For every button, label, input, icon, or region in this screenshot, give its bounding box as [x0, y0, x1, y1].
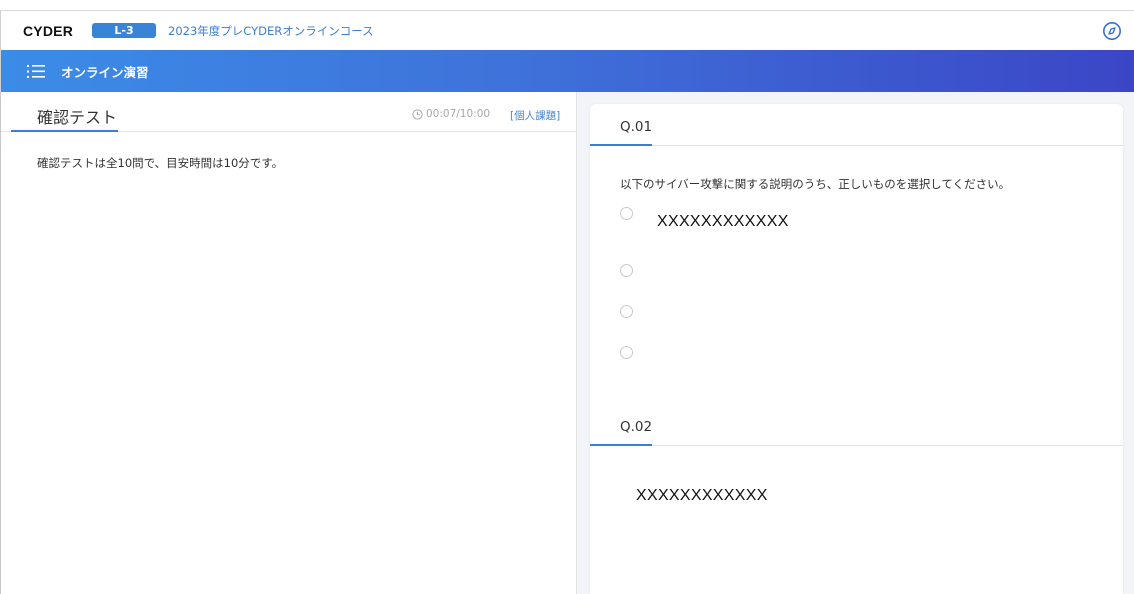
list-menu-icon[interactable]	[27, 63, 45, 79]
brand-logo[interactable]: CYDER	[23, 23, 73, 39]
test-description: 確認テストは全10問で、目安時間は10分です。	[37, 156, 284, 170]
question-header-2: Q.02	[590, 404, 1123, 446]
answer-option-1[interactable]: XXXXXXXXXXXX	[620, 207, 789, 231]
question-text: XXXXXXXXXXXX	[636, 487, 768, 504]
question-underline	[590, 144, 652, 146]
question-text: 以下のサイバー攻撃に関する説明のうち、正しいものを選択してください。	[620, 177, 1011, 191]
compass-icon[interactable]	[1102, 21, 1122, 41]
answer-option-label[interactable]: XXXXXXXXXXXX	[657, 213, 789, 231]
window-top-edge	[0, 0, 1134, 11]
task-type-label: [個人課題]	[510, 110, 561, 122]
answer-option-3[interactable]	[620, 305, 657, 318]
level-badge: L-3	[92, 23, 157, 38]
top-header: CYDER L-3 2023年度プレCYDERオンラインコース	[0, 11, 1134, 50]
test-info-panel: 確認テスト 00:07/10:00 [個人課題] 確認テストは全10問で、目安時…	[0, 92, 577, 594]
radio-button[interactable]	[620, 264, 633, 277]
radio-button[interactable]	[620, 305, 633, 318]
question-underline	[590, 444, 652, 446]
question-header-1: Q.01	[590, 104, 1123, 146]
questions-panel: Q.01 以下のサイバー攻撃に関する説明のうち、正しいものを選択してください。 …	[590, 104, 1123, 594]
section-title: オンライン演習	[61, 64, 149, 80]
radio-button[interactable]	[620, 346, 633, 359]
question-number: Q.01	[620, 119, 653, 135]
timer: 00:07/10:00	[412, 108, 490, 120]
course-title[interactable]: 2023年度プレCYDERオンラインコース	[168, 23, 374, 39]
clock-icon	[412, 108, 423, 120]
question-number: Q.02	[620, 419, 653, 435]
answer-option-4[interactable]	[620, 346, 657, 359]
test-header: 確認テスト 00:07/10:00 [個人課題]	[1, 92, 576, 132]
section-nav-bar: オンライン演習	[0, 50, 1134, 92]
timer-value: 00:07/10:00	[426, 108, 491, 120]
answer-option-2[interactable]	[620, 264, 657, 277]
radio-button[interactable]	[620, 207, 633, 220]
active-tab-underline	[11, 130, 118, 132]
test-title: 確認テスト	[37, 108, 118, 127]
